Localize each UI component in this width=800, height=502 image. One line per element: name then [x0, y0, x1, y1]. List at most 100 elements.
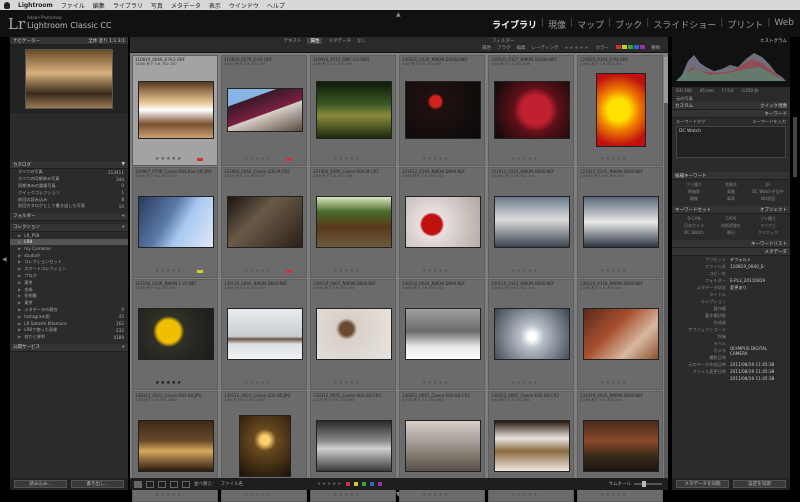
keyword-chip[interactable]: マイナビ [750, 223, 786, 229]
rating-stars-icon[interactable]: ★★★★★ [244, 156, 271, 162]
rating-stars-icon[interactable]: ★★★★★ [511, 268, 538, 274]
import-button[interactable]: 読み込み... [14, 480, 67, 488]
thumbnail-photo[interactable] [405, 81, 481, 139]
thumbnail-photo[interactable] [316, 308, 392, 360]
histogram-header[interactable]: ヒストグラム [672, 37, 790, 45]
thumbnail-photo[interactable] [227, 196, 303, 248]
scroll-thumb[interactable] [664, 57, 668, 103]
thumbnail-cell[interactable]: 121004_0360_Canon EOS M.CR2 1/80 秒 F 2.8,… [310, 167, 396, 278]
metadata-header[interactable]: メタデータ [672, 248, 790, 256]
survey-view-icon[interactable] [170, 480, 178, 488]
navigator-header[interactable]: ナビゲーター 全体 塗り 1:1 3:1 [10, 37, 128, 45]
rating-stars-icon[interactable]: ★★★★★ [155, 156, 182, 162]
thumbnail-photo[interactable] [138, 81, 214, 139]
catalog-item[interactable]: 前回カタログとして書き出した写真 10 [10, 203, 128, 210]
collection-item[interactable]: ▶ メタデータの競合 0 [10, 307, 128, 314]
collection-item[interactable]: ▶ LR8 [10, 238, 128, 246]
disclosure-triangle-icon[interactable]: ▶ [18, 273, 21, 278]
collection-item[interactable]: ▶ LR Satoshi Kitamura 162 [10, 320, 128, 327]
disclosure-triangle-icon[interactable]: ▶ [18, 266, 21, 271]
menu-view[interactable]: 表示 [209, 1, 221, 10]
rating-stars-icon[interactable]: ★★★★★ [155, 380, 182, 386]
collection-item[interactable]: ▶ 東京 [10, 279, 128, 286]
thumbnail-cell[interactable]: 121012_0225_NIKON D600.NEF 1/1000 秒 F 5.6… [577, 167, 663, 278]
thumbnail-size-slider[interactable]: サムネール [609, 481, 662, 487]
keyword-chip[interactable]: ブリ撮り [676, 182, 712, 188]
thumbnail-cell[interactable]: 110819_0276_E-P3.ORF 1/100 秒 F 2.0, ISO 2… [221, 55, 307, 166]
menu-file[interactable]: ファイル [61, 1, 85, 10]
keyword-chip[interactable]: 朝日 [713, 230, 749, 236]
thumbnail-photo[interactable] [239, 415, 291, 477]
collections-header[interactable]: コレクション + [10, 223, 128, 232]
thumbnail-photo[interactable] [138, 196, 214, 248]
filter-tab-attribute[interactable]: 属性 [307, 37, 323, 44]
keyword-tags-field[interactable]: DC Watch [676, 126, 786, 158]
keyword-chip[interactable]: 発着 [713, 189, 749, 195]
keyword-chip[interactable]: 開催 [676, 196, 712, 202]
keywording-header[interactable]: キーワード [672, 110, 790, 118]
thumbnail-photo[interactable] [316, 196, 392, 248]
rating-stars-icon[interactable]: ★★★★★ [600, 268, 627, 274]
red-label-chip[interactable] [346, 482, 351, 486]
rating-stars-icon[interactable]: ★★★★★ [511, 380, 538, 386]
thumbnail-cell[interactable]: 120625_0143_E-P3.ORF 1/320 秒 F 2.8, ISO 2… [577, 55, 663, 166]
metadata-value[interactable]: 2011/08/19 11:45:38 [726, 369, 786, 374]
keyword-chip[interactable]: 車両 [713, 196, 749, 202]
filter-tab-metadata[interactable]: メタデータ [328, 38, 351, 44]
thumbnail-photo[interactable] [316, 81, 392, 139]
disclosure-triangle-icon[interactable]: ▶ [18, 327, 21, 332]
keyword-chip[interactable]: DC Watch予告中 [750, 189, 786, 195]
module-map[interactable]: マップ [577, 18, 604, 31]
rating-stars-icon[interactable]: ★★★★★ [244, 380, 271, 386]
rating-stars-icon[interactable]: ★★★★★ [333, 380, 360, 386]
blue-label-chip[interactable] [370, 482, 375, 486]
module-book[interactable]: ブック [615, 18, 642, 31]
rating-stars-icon[interactable]: ★★★★★ [511, 492, 538, 498]
apple-icon[interactable] [4, 1, 10, 9]
rating-stars-icon[interactable]: ★★★★★ [333, 492, 360, 498]
keyword-list-header[interactable]: キーワードリスト [672, 240, 790, 248]
thumbnail-photo[interactable] [138, 308, 214, 360]
catalog-item[interactable]: すべての同期済み写真 344 [10, 176, 128, 183]
rating-stars-icon[interactable]: ★★★★★ [333, 156, 360, 162]
disclosure-triangle-icon[interactable]: ▶ [18, 280, 21, 285]
sync-metadata-button[interactable]: メタデータを同期 [676, 480, 729, 488]
keyword-chip[interactable]: CAPK [713, 216, 749, 222]
right-panel-scrollbar[interactable] [790, 37, 800, 488]
disclosure-triangle-icon[interactable]: ▶ [18, 246, 21, 251]
right-scroll-thumb[interactable] [793, 117, 797, 177]
thumbnail-photo[interactable] [494, 81, 570, 139]
thumbnail-cell[interactable]: 110819_0040_E-PL3.ORF 1/250 秒 F 5.6, ISO … [132, 55, 218, 166]
thumbnail-cell[interactable]: 130110_0004_NIKON D600.NEF 1/500 秒 F 5.6,… [221, 279, 307, 390]
thumbnail-photo[interactable] [583, 420, 659, 472]
folders-header[interactable]: フォルダー + [10, 212, 128, 221]
catalog-item[interactable]: 前回の読み込み 8 [10, 196, 128, 203]
quick-develop-header[interactable]: カスタム クイック現像 [672, 102, 790, 110]
metadata-value[interactable]: 2011/08/19 11:45:38 [726, 376, 786, 381]
collection-item[interactable]: ▶ ブログ [10, 273, 128, 280]
keyword-set-header[interactable]: キーワードセット オブジェクト [672, 206, 790, 214]
thumbnail-photo[interactable] [494, 196, 570, 248]
thumbnail-cell[interactable]: 120531_0127_NIKON D3200.NEF 1/60 秒 F 5.6,… [488, 55, 574, 166]
menu-library[interactable]: ライブラリ [113, 1, 143, 10]
disclosure-triangle-icon[interactable]: ▶ [18, 307, 21, 312]
original-photo-toggle[interactable]: 元の写真 [672, 95, 790, 102]
keyword-chip[interactable]: クリニック [750, 230, 786, 236]
rating-stars-icon[interactable]: ★★★★★ [244, 492, 271, 498]
filter-preset[interactable]: フィルター [492, 38, 514, 44]
yellow-label-chip[interactable] [354, 482, 359, 486]
navigator-zoom[interactable]: 全体 塗り 1:1 3:1 [88, 38, 125, 44]
sort-value[interactable]: ファイル名 [221, 481, 244, 487]
suggested-keywords-header[interactable]: 候補キーワード [672, 172, 790, 180]
rating-stars-icon[interactable]: ★★★★★ [422, 156, 449, 162]
collection-item[interactable]: ▶ スマートコレクション [10, 266, 128, 273]
rating-stars-icon[interactable]: ★★★★★ [600, 492, 627, 498]
metadata-preset-select[interactable]: デフォルト [726, 257, 786, 263]
catalog-header[interactable]: カタログ ▼ [10, 161, 128, 169]
module-web[interactable]: Web [774, 18, 794, 31]
collection-item[interactable]: ▶ コレクションセット [10, 259, 128, 266]
slider-track[interactable] [634, 481, 662, 487]
thumbnail-photo[interactable] [596, 73, 646, 147]
keyword-chip[interactable]: 日本カメラ [676, 223, 712, 229]
thumbnail-photo[interactable] [583, 308, 659, 360]
